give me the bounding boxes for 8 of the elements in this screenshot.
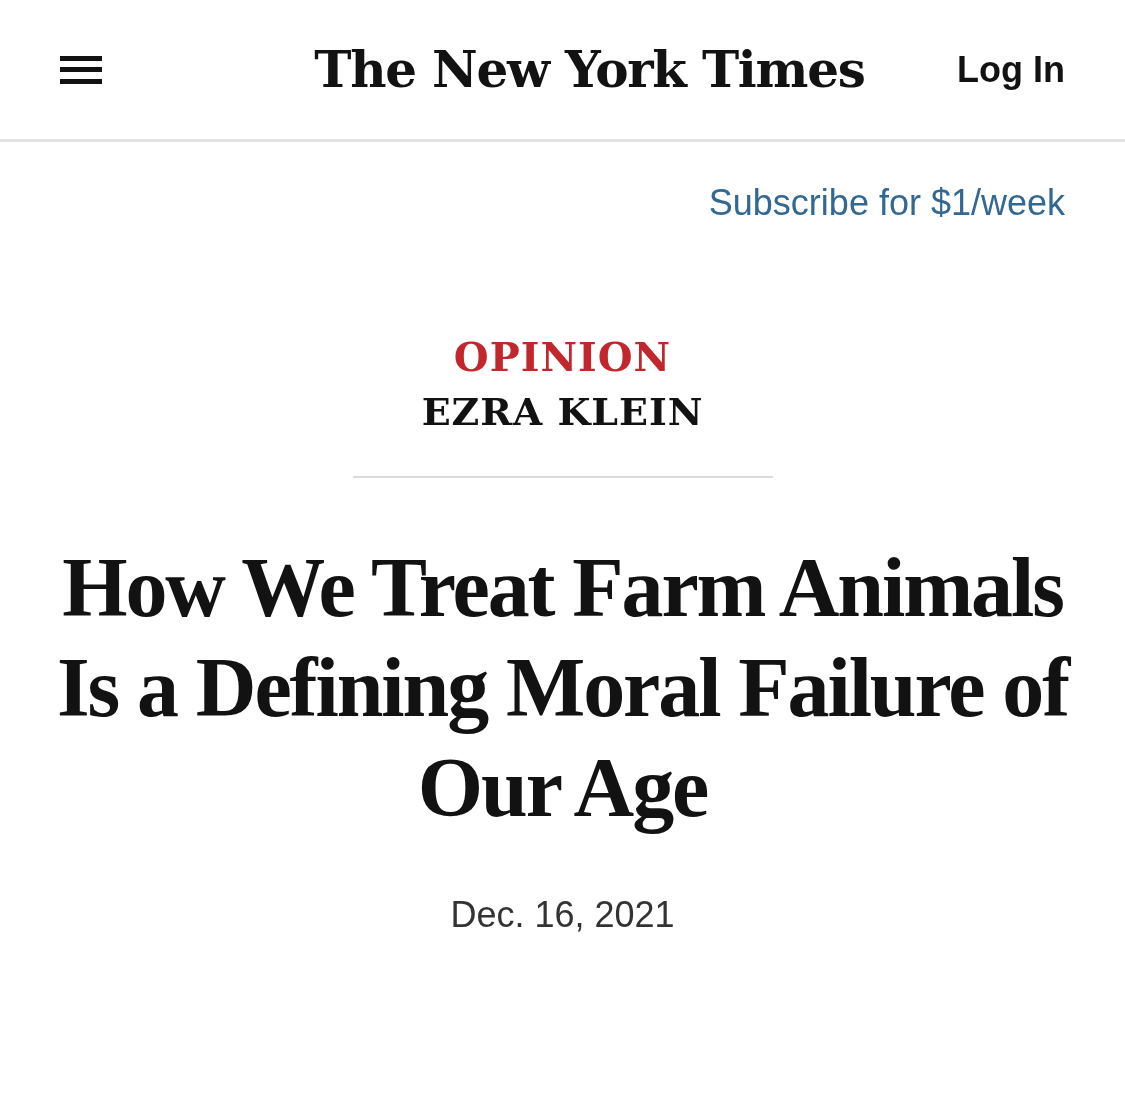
logo[interactable]: The New York Times (314, 32, 865, 107)
subscribe-link[interactable]: Subscribe for $1/week (708, 176, 1065, 230)
publish-date: Dec. 16, 2021 (450, 893, 675, 937)
headline: How We Treat Farm Animals Is a Defining Moral Failure of Our Age (55, 540, 1071, 836)
section-label: OPINION (453, 332, 672, 382)
login-button[interactable]: Log In (957, 42, 1065, 97)
author-name: EZRA KLEIN (421, 388, 704, 436)
menu-icon[interactable] (60, 53, 102, 86)
